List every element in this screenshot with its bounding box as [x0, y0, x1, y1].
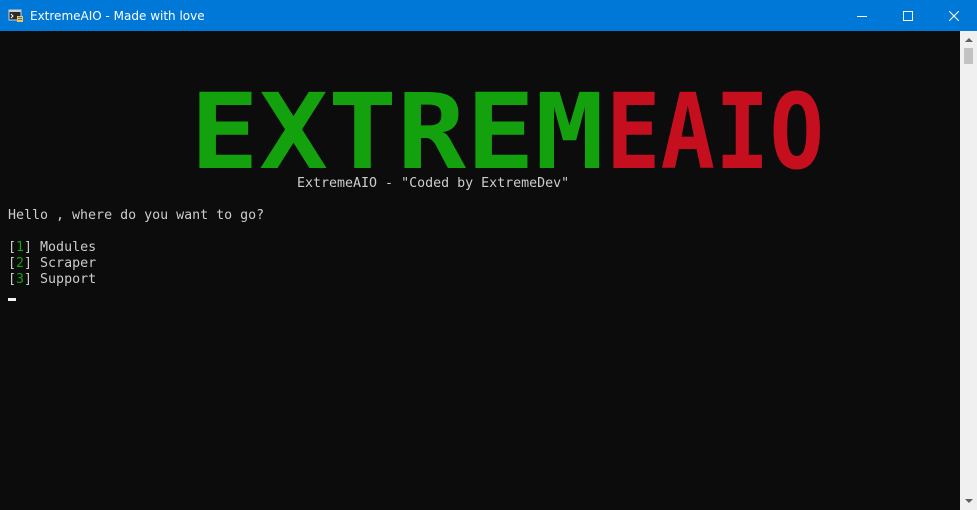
- close-icon: [949, 10, 959, 21]
- option-number: 2: [16, 256, 25, 271]
- menu-option-scraper: [2] Scraper: [8, 256, 97, 271]
- minimize-button[interactable]: [839, 0, 885, 31]
- close-button[interactable]: [931, 0, 977, 31]
- chevron-up-icon: [964, 38, 973, 42]
- maximize-icon: [903, 10, 913, 21]
- scroll-down-button[interactable]: [960, 493, 977, 510]
- option-number: 3: [16, 272, 25, 287]
- console-window: ExtremeAIO - Made with love EXTREM EAIO …: [0, 0, 977, 510]
- console-app-icon: [8, 9, 23, 22]
- option-label: Modules: [40, 240, 97, 255]
- prompt-line: Hello , where do you want to go?: [8, 208, 265, 223]
- option-number: 1: [16, 240, 25, 255]
- title-bar[interactable]: ExtremeAIO - Made with love: [0, 0, 977, 31]
- console-output[interactable]: EXTREM EAIO ExtremeAIO - "Coded by Extre…: [0, 31, 960, 510]
- maximize-button[interactable]: [885, 0, 931, 31]
- text-cursor: [8, 298, 16, 301]
- minimize-icon: [857, 15, 867, 17]
- banner-text-green: EXTREM: [190, 71, 604, 174]
- banner-text-red: EAIO: [606, 71, 824, 174]
- scroll-up-button[interactable]: [960, 31, 977, 48]
- menu-option-modules: [1] Modules: [8, 240, 97, 255]
- option-label: Support: [40, 272, 97, 287]
- ascii-banner: EXTREM EAIO: [190, 71, 824, 174]
- window-title: ExtremeAIO - Made with love: [30, 9, 205, 23]
- vertical-scrollbar[interactable]: [960, 31, 977, 510]
- chevron-down-icon: [964, 499, 973, 503]
- option-label: Scraper: [40, 256, 97, 271]
- scrollbar-thumb[interactable]: [964, 48, 973, 64]
- subtitle-line: ExtremeAIO - "Coded by ExtremeDev": [297, 176, 570, 191]
- menu-option-support: [3] Support: [8, 272, 97, 287]
